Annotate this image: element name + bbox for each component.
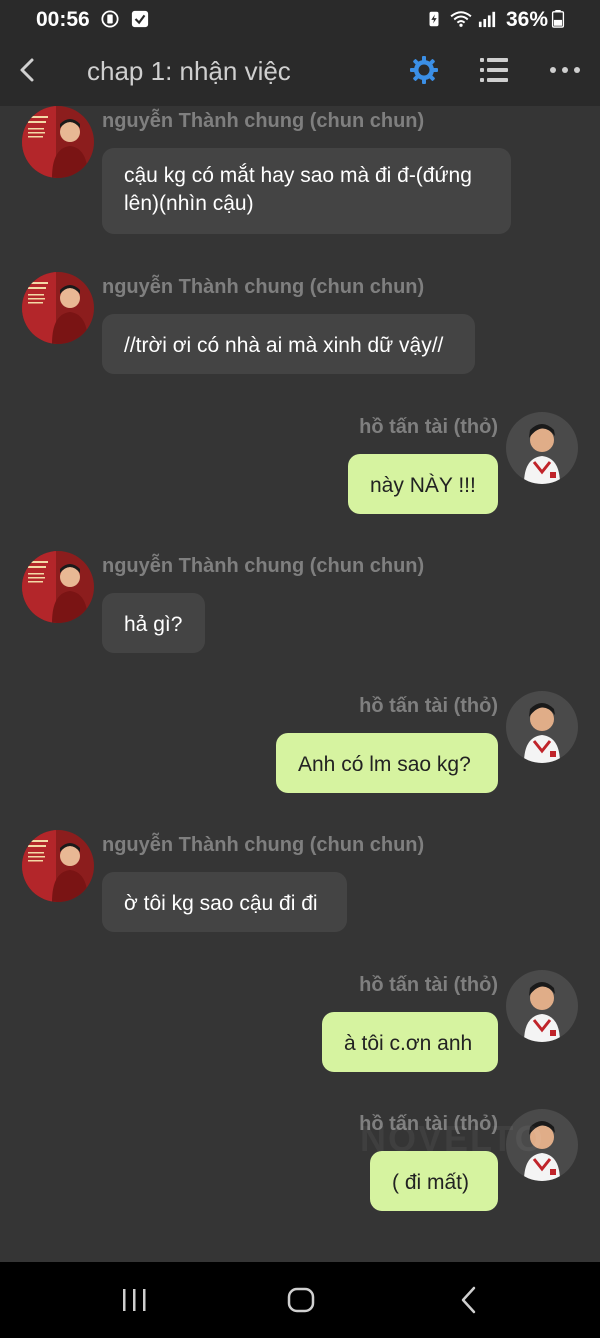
sender-name: hồ tấn tài (thỏ) xyxy=(359,416,498,438)
message-bubble[interactable]: ờ tôi kg sao cậu đi đi xyxy=(102,872,347,932)
battery-percent: 36% xyxy=(505,8,548,31)
home-icon[interactable] xyxy=(285,1284,317,1316)
message-text: ờ tôi kg sao cậu đi đi xyxy=(124,892,318,915)
message-bubble[interactable]: cậu kg có mắt hay sao mà đi đ-(đứng lên)… xyxy=(102,148,511,234)
system-back-icon[interactable] xyxy=(454,1284,486,1316)
status-time: 00:56 xyxy=(36,8,90,31)
list-menu-icon[interactable] xyxy=(478,55,510,85)
avatar-chung[interactable] xyxy=(22,106,94,178)
avatar-chung[interactable] xyxy=(22,551,94,623)
message-text: này NÀY !!! xyxy=(370,474,476,497)
battery-saver-icon xyxy=(429,11,439,27)
avatar-chung-icon xyxy=(22,106,94,178)
sender-name: nguyễn Thành chung (chun chun) xyxy=(102,834,425,856)
signal-icon xyxy=(478,11,496,28)
avatar-chung-icon xyxy=(22,272,94,344)
message-bubble[interactable]: hả gì? xyxy=(102,593,205,653)
avatar-tai-icon xyxy=(506,691,578,763)
watermark: NOVELTO xyxy=(360,1118,545,1159)
message-text: //trời ơi có nhà ai mà xinh dữ vậy// xyxy=(124,334,444,357)
avatar-tai-icon xyxy=(506,412,578,484)
message-bubble[interactable]: à tôi c.ơn anh xyxy=(322,1012,498,1072)
avatar-tai-icon xyxy=(506,970,578,1042)
message-bubble[interactable]: này NÀY !!! xyxy=(348,454,498,514)
checkbox-icon xyxy=(131,10,149,28)
message-bubble[interactable]: Anh có lm sao kg? xyxy=(276,733,498,793)
sync-icon xyxy=(101,10,119,28)
status-bar: 00:56 36% xyxy=(0,0,600,40)
sender-name: nguyễn Thành chung (chun chun) xyxy=(102,110,425,132)
sender-name: nguyễn Thành chung (chun chun) xyxy=(102,555,425,577)
avatar-tai[interactable] xyxy=(506,412,578,484)
message-text: ( đi mất) xyxy=(392,1171,470,1194)
back-arrow-icon[interactable] xyxy=(12,54,44,86)
message-text: hả gì? xyxy=(124,613,183,636)
system-nav-bar xyxy=(0,1262,600,1338)
message-bubble[interactable]: //trời ơi có nhà ai mà xinh dữ vậy// xyxy=(102,314,475,374)
message-bubble[interactable]: ( đi mất) xyxy=(370,1151,498,1211)
recent-apps-icon[interactable] xyxy=(118,1284,150,1316)
wifi-icon xyxy=(450,11,472,27)
avatar-chung[interactable] xyxy=(22,272,94,344)
message-text: à tôi c.ơn anh xyxy=(344,1032,473,1055)
message-text: cậu kg có mắt hay sao mà đi đ-(đứng lên)… xyxy=(124,164,472,215)
avatar-chung-icon xyxy=(22,551,94,623)
battery-icon xyxy=(551,10,565,28)
more-options-icon[interactable] xyxy=(548,60,582,80)
sender-name: hồ tấn tài (thỏ) xyxy=(359,974,498,996)
avatar-chung-icon xyxy=(22,830,94,902)
avatar-tai[interactable] xyxy=(506,691,578,763)
message-text: Anh có lm sao kg? xyxy=(298,753,471,776)
sender-name: nguyễn Thành chung (chun chun) xyxy=(102,276,425,298)
app-bar: chap 1: nhận việc xyxy=(0,40,600,106)
message-list: nguyễn Thành chung (chun chun) cậu kg có… xyxy=(0,106,600,1262)
avatar-tai[interactable] xyxy=(506,970,578,1042)
chat-title: chap 1: nhận việc xyxy=(87,56,291,86)
settings-gear-icon[interactable] xyxy=(408,54,440,86)
avatar-chung[interactable] xyxy=(22,830,94,902)
sender-name: hồ tấn tài (thỏ) xyxy=(359,695,498,717)
